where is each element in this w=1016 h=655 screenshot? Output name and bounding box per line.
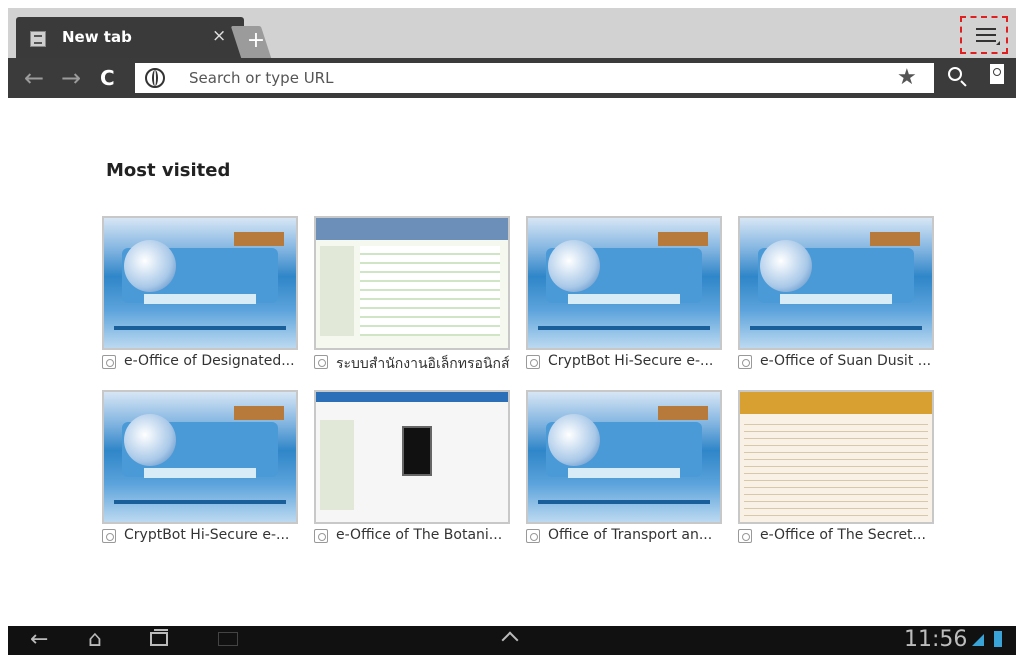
system-navigation-bar: ← ⌂ 11:56 [8, 626, 1016, 655]
site-favicon-icon [526, 355, 540, 369]
toolbar: ← → C ★ [8, 58, 1016, 98]
most-visited-tile[interactable]: ระบบสำนักงานอิเล็กทรอนิกส์ สำนั [314, 216, 510, 380]
status-clock: 11:56 [904, 627, 968, 652]
most-visited-tile[interactable]: e-Office of The Secret... [738, 390, 934, 554]
tile-title: e-Office of Designated... [124, 353, 295, 369]
tab-title: New tab [62, 28, 132, 46]
menu-button[interactable] [960, 16, 1010, 56]
tab-favicon-icon [30, 31, 46, 47]
tile-caption: Office of Transport an... [526, 527, 722, 547]
most-visited-tile[interactable]: e-Office of The Botani... [314, 390, 510, 554]
tile-thumbnail [526, 216, 722, 350]
tab-strip: New tab × + [8, 8, 1016, 58]
system-back-icon[interactable]: ← [30, 628, 48, 652]
tile-title: e-Office of The Botani... [336, 527, 503, 543]
site-favicon-icon [314, 355, 328, 369]
tile-title: e-Office of Suan Dusit ... [760, 353, 932, 369]
most-visited-tile[interactable]: CryptBot Hi-Secure e-... [526, 216, 722, 380]
most-visited-tile[interactable]: Office of Transport an... [526, 390, 722, 554]
tile-thumbnail [102, 390, 298, 524]
most-visited-tile[interactable]: e-Office of Designated... [102, 216, 298, 380]
tile-title: CryptBot Hi-Secure e-... [548, 353, 714, 369]
globe-icon [145, 68, 165, 88]
most-visited-tile[interactable]: e-Office of Suan Dusit ... [738, 216, 934, 380]
bookmark-star-icon[interactable]: ★ [897, 64, 917, 92]
tile-caption: CryptBot Hi-Secure e-... [526, 353, 722, 373]
url-input[interactable] [189, 66, 839, 90]
site-favicon-icon [526, 529, 540, 543]
tile-caption: ระบบสำนักงานอิเล็กทรอนิกส์ สำนั [314, 353, 510, 373]
tile-caption: e-Office of The Secret... [738, 527, 934, 547]
tile-thumbnail [738, 390, 934, 524]
tile-caption: e-Office of Designated... [102, 353, 298, 373]
site-favicon-icon [738, 529, 752, 543]
back-button[interactable]: ← [24, 63, 44, 93]
recent-apps-icon[interactable] [150, 629, 168, 646]
reload-button[interactable]: C [100, 63, 115, 93]
tile-title: Office of Transport an... [548, 527, 713, 543]
tile-thumbnail [738, 216, 934, 350]
tile-caption: e-Office of The Botani... [314, 527, 510, 547]
chevron-up-icon[interactable] [501, 631, 519, 649]
site-favicon-icon [102, 355, 116, 369]
signal-icon [972, 634, 984, 646]
battery-icon [994, 631, 1002, 647]
menu-highlight-box [960, 16, 1008, 54]
tile-caption: e-Office of Suan Dusit ... [738, 353, 934, 373]
tile-title: CryptBot Hi-Secure e-... [124, 527, 290, 543]
system-home-icon[interactable]: ⌂ [88, 628, 102, 652]
tile-title: ระบบสำนักงานอิเล็กทรอนิกส์ สำนั [336, 356, 510, 372]
plus-icon[interactable]: + [241, 24, 271, 58]
tab-close-icon[interactable]: × [212, 25, 226, 47]
tile-caption: CryptBot Hi-Secure e-... [102, 527, 298, 547]
most-visited-tile[interactable]: CryptBot Hi-Secure e-... [102, 390, 298, 554]
site-favicon-icon [102, 529, 116, 543]
tile-thumbnail [314, 216, 510, 350]
forward-button[interactable]: → [61, 63, 81, 93]
tab-new-tab[interactable]: New tab × [16, 17, 244, 58]
site-favicon-icon [314, 529, 328, 543]
tile-title: e-Office of The Secret... [760, 527, 926, 543]
bookmarks-icon[interactable] [990, 64, 1004, 89]
tile-thumbnail [314, 390, 510, 524]
omnibox[interactable]: ★ [135, 63, 934, 93]
most-visited-heading: Most visited [106, 160, 231, 181]
search-icon[interactable] [948, 67, 962, 81]
tile-thumbnail [526, 390, 722, 524]
screenshot-icon[interactable] [218, 632, 238, 646]
site-favicon-icon [738, 355, 752, 369]
browser-window: New tab × + ← → C ★ Most visited e-Offic… [8, 8, 1016, 655]
tile-thumbnail [102, 216, 298, 350]
